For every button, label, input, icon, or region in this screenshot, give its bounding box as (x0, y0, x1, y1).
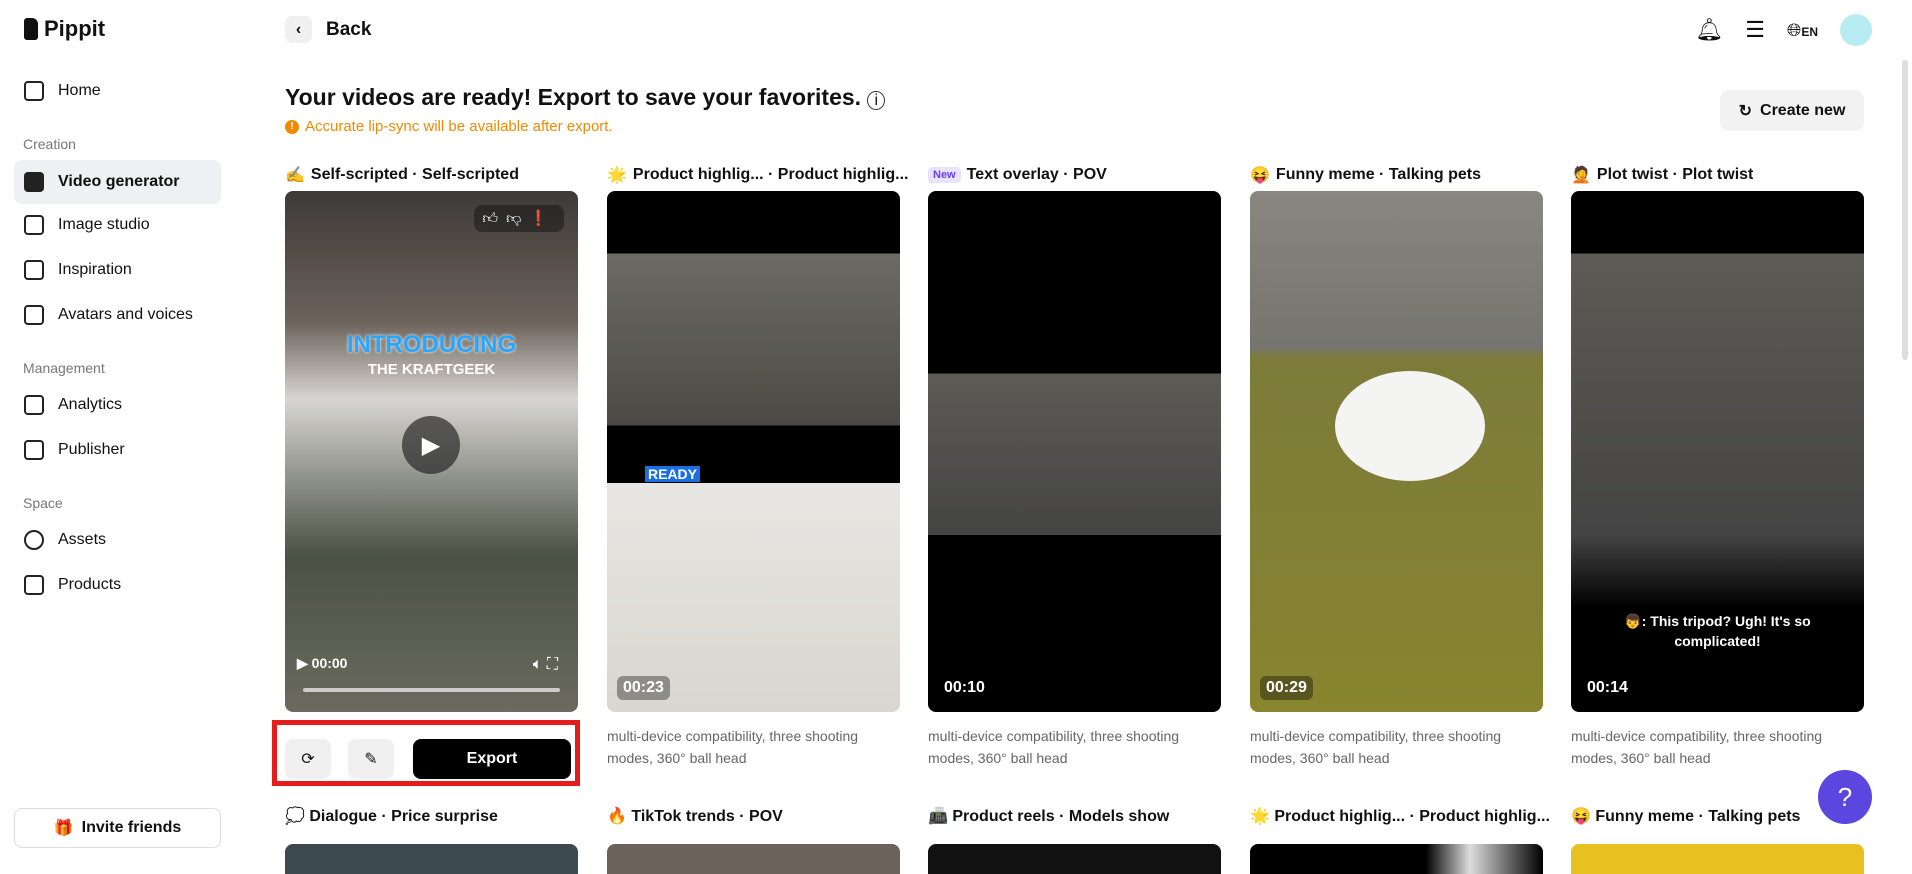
export-button[interactable]: Export (413, 739, 571, 779)
sidebar-item-publisher[interactable]: Publisher (14, 428, 221, 472)
gift-icon: 🎁 (53, 820, 74, 837)
lip-sync-warning: ! Accurate lip-sync will be available aft… (285, 118, 613, 135)
sidebar-item-products[interactable]: Products (14, 563, 221, 607)
refresh-icon: ↻ (1738, 102, 1753, 120)
invite-friends-button[interactable]: 🎁 Invite friends (14, 808, 221, 848)
duration-badge: 00:10 (938, 676, 991, 700)
sidebar-item-analytics[interactable]: Analytics (14, 383, 221, 427)
card-description: multi-device compatibility, three shooti… (607, 728, 859, 766)
video-thumbnail[interactable]: READY 00:23 (607, 191, 900, 712)
progress-bar[interactable] (303, 688, 560, 692)
video-card[interactable]: ✍️ Self-scripted · Self-scripted INTRODUC… (285, 163, 578, 712)
video-thumbnail[interactable] (928, 844, 1221, 874)
warning-icon: ! (285, 119, 299, 134)
card-label: 🌟 Product highlig... · Product highlig..… (1250, 808, 1550, 825)
play-button[interactable]: ▶ (402, 416, 460, 474)
refresh-icon: ⟳ (301, 751, 315, 768)
avatar-icon (24, 305, 44, 325)
section-label: Creation (23, 136, 76, 152)
actions-highlight: ⟳ ✎ Export (272, 720, 580, 786)
edit-button[interactable]: ✎ (348, 739, 394, 779)
card-label: 💭 Dialogue · Price surprise (285, 808, 498, 825)
video-card[interactable]: New Text overlay · POV 00:10 multi-device… (928, 163, 1221, 766)
bell-icon[interactable]: 🔔︎ (1695, 17, 1723, 43)
card-label: 🔥 TikTok trends · POV (607, 808, 783, 825)
sidebar-item-image-studio[interactable]: Image studio (14, 203, 221, 247)
video-thumbnail[interactable]: 👦: This tripod? Ugh! It's so complicated… (1571, 191, 1864, 712)
regenerate-button[interactable]: ⟳ (285, 739, 331, 779)
video-thumbnail[interactable] (285, 844, 578, 874)
bag-icon (24, 575, 44, 595)
video-card[interactable]: 🌟 Product highlig... · Product highlig...… (607, 163, 908, 766)
card-description: multi-device compatibility, three shooti… (928, 728, 1180, 766)
duration-badge: 00:14 (1581, 676, 1634, 700)
card-label: 📠 Product reels · Models show (928, 808, 1170, 825)
video-icon (24, 172, 44, 192)
video-thumbnail[interactable] (607, 844, 900, 874)
new-badge: New (928, 167, 961, 183)
card-label: Self-scripted · Self-scripted (310, 166, 519, 183)
image-icon (24, 215, 44, 235)
chevron-left-icon: ‹ (285, 16, 312, 43)
help-button[interactable]: ? (1818, 770, 1872, 824)
video-thumbnail[interactable]: 00:29 (1250, 191, 1543, 712)
logo-icon (24, 18, 38, 40)
sidebar-item-video-generator[interactable]: Video generator (14, 160, 221, 204)
storage-icon[interactable]: ☰ (1745, 17, 1765, 43)
sidebar-item-assets[interactable]: Assets (14, 518, 221, 562)
video-player[interactable]: INTRODUCING THE KRAFTGEEK ▶ ▶ 00:00 🔈︎ ⛶… (285, 191, 578, 712)
card-description: multi-device compatibility, three shooti… (1250, 728, 1502, 766)
video-thumbnail[interactable]: 00:10 (928, 191, 1221, 712)
question-icon: ? (1837, 781, 1853, 812)
cloud-icon (24, 530, 44, 550)
feedback-icons[interactable]: 👍︎👎︎❗ (474, 205, 564, 232)
video-thumbnail[interactable] (1571, 844, 1864, 874)
sidebar: Pippit Home Creation Video generator Ima… (0, 0, 238, 859)
section-label: Management (23, 360, 105, 376)
info-icon[interactable]: i (867, 91, 886, 110)
scrollbar[interactable] (1902, 60, 1908, 360)
video-thumbnail[interactable] (1250, 844, 1543, 874)
duration-badge: 00:29 (1260, 676, 1313, 700)
back-button[interactable]: ‹ Back (285, 16, 371, 43)
analytics-icon (24, 395, 44, 415)
caption-text: 👦: This tripod? Ugh! It's so complicated… (1624, 613, 1811, 649)
duration-badge: 00:23 (617, 676, 670, 700)
video-card[interactable]: 😝 Funny meme · Talking pets 00:29 multi-d… (1250, 163, 1543, 766)
logo[interactable]: Pippit (24, 16, 105, 42)
page-title: Your videos are ready! Export to save yo… (285, 84, 886, 111)
sidebar-item-inspiration[interactable]: Inspiration (14, 248, 221, 292)
card-description: multi-device compatibility, three shooti… (1571, 728, 1823, 766)
sidebar-item-avatars[interactable]: Avatars and voices (14, 293, 221, 337)
home-icon (24, 81, 44, 101)
pencil-icon: ✎ (364, 751, 378, 768)
avatar[interactable] (1840, 14, 1872, 46)
language-button[interactable]: 🌐︎EN (1787, 20, 1818, 41)
video-card[interactable]: 🤦 Plot twist · Plot twist 👦: This tripod?… (1571, 163, 1864, 766)
inspiration-icon (24, 260, 44, 280)
volume-fullscreen-icons[interactable]: 🔈︎ ⛶ (533, 656, 558, 674)
sidebar-item-home[interactable]: Home (14, 69, 221, 113)
calendar-icon (24, 440, 44, 460)
cat-image (1335, 371, 1485, 481)
section-label: Space (23, 495, 63, 511)
card-label: 😝 Funny meme · Talking pets (1571, 808, 1801, 825)
player-time: ▶ 00:00 (297, 655, 348, 671)
create-new-button[interactable]: ↻ Create new (1720, 90, 1864, 131)
